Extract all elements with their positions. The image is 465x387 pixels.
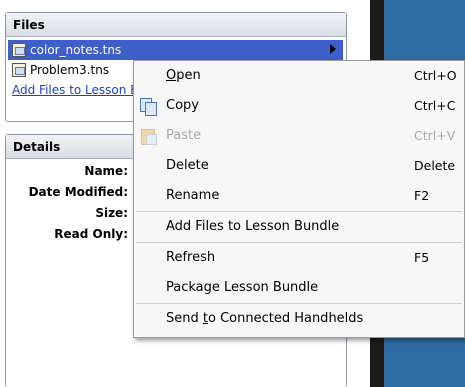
- menu-item-package-bundle[interactable]: Package Lesson Bundle: [134, 273, 464, 303]
- menu-shortcut: F5: [414, 250, 430, 265]
- menu-item-label: Paste: [166, 128, 202, 143]
- menu-item-label: Open: [166, 68, 201, 83]
- date-modified-label: Date Modified:: [28, 185, 128, 199]
- name-label: Name:: [84, 164, 128, 178]
- menu-item-rename[interactable]: Rename F2: [134, 181, 464, 211]
- menu-shortcut: F2: [414, 188, 430, 203]
- mouse-pointer-icon: [330, 44, 336, 54]
- read-only-label: Read Only:: [54, 227, 128, 241]
- files-panel-title: Files: [6, 13, 346, 37]
- menu-shortcut: Ctrl+C: [414, 98, 456, 113]
- menu-item-label: Copy: [166, 98, 199, 113]
- tns-file-icon: [12, 43, 26, 57]
- menu-item-send-to-handhelds[interactable]: Send to Connected Handhelds: [134, 304, 464, 334]
- menu-item-label: Send to Connected Handhelds: [166, 311, 364, 326]
- copy-icon: [140, 98, 157, 116]
- menu-item-label: Delete: [166, 158, 209, 173]
- menu-shortcut: Ctrl+V: [414, 128, 456, 143]
- paste-icon: [140, 128, 157, 145]
- menu-item-label: Rename: [166, 188, 220, 203]
- context-menu: Open Ctrl+O Copy Ctrl+C Paste Ctrl+V Del…: [133, 60, 465, 338]
- menu-item-label: Package Lesson Bundle: [166, 280, 319, 295]
- file-name: color_notes.tns: [30, 43, 122, 57]
- file-row-color-notes[interactable]: color_notes.tns: [8, 40, 343, 60]
- menu-item-open[interactable]: Open Ctrl+O: [134, 61, 464, 91]
- tns-file-icon: [12, 63, 26, 77]
- menu-item-copy[interactable]: Copy Ctrl+C: [134, 91, 464, 121]
- menu-item-delete[interactable]: Delete Delete: [134, 151, 464, 181]
- menu-shortcut: Ctrl+O: [414, 68, 457, 83]
- menu-item-refresh[interactable]: Refresh F5: [134, 243, 464, 273]
- menu-item-paste[interactable]: Paste Ctrl+V: [134, 121, 464, 151]
- size-label: Size:: [95, 206, 128, 220]
- menu-shortcut: Delete: [414, 158, 456, 173]
- menu-item-label: Refresh: [166, 250, 216, 265]
- menu-item-add-files[interactable]: Add Files to Lesson Bundle: [134, 212, 464, 242]
- menu-item-label: Add Files to Lesson Bundle: [166, 219, 340, 234]
- file-name: Problem3.tns: [30, 63, 110, 77]
